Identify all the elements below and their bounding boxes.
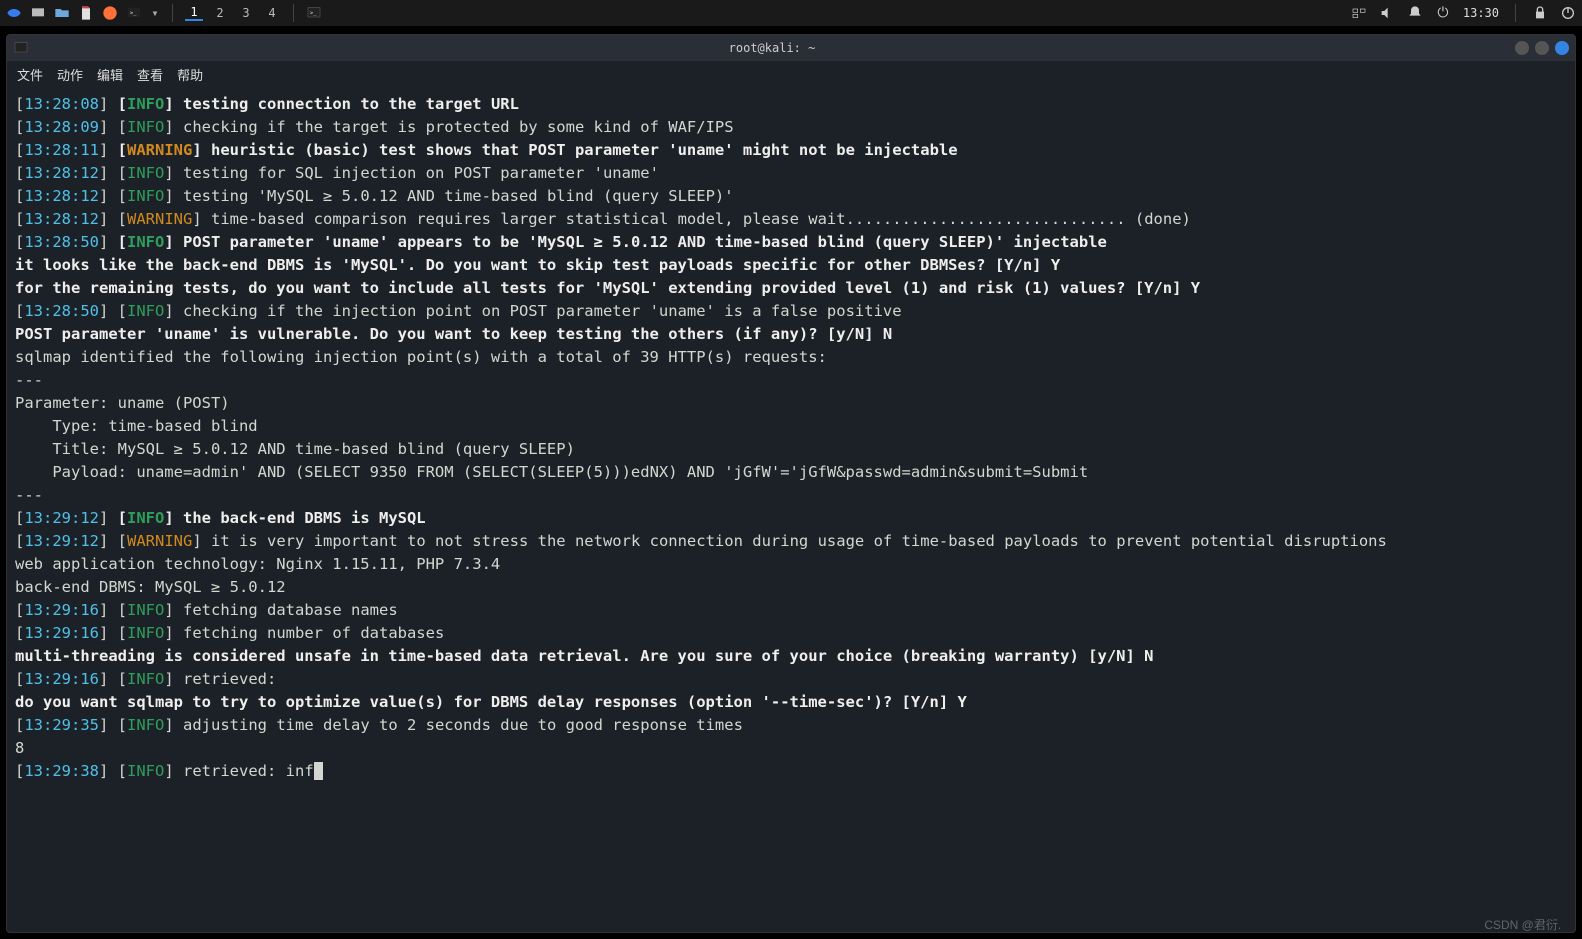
terminal-line: --- bbox=[15, 369, 1567, 392]
terminal-line: it looks like the back-end DBMS is 'MySQ… bbox=[15, 254, 1567, 277]
terminal-line: [13:28:50] [INFO] POST parameter 'uname'… bbox=[15, 231, 1567, 254]
terminal-line: [13:29:16] [INFO] fetching number of dat… bbox=[15, 622, 1567, 645]
terminal-dropdown-icon[interactable]: ▾ bbox=[150, 5, 160, 21]
terminal-line: back-end DBMS: MySQL ≥ 5.0.12 bbox=[15, 576, 1567, 599]
menu-edit[interactable]: 编辑 bbox=[97, 65, 123, 84]
terminal-line: [13:28:12] [INFO] testing 'MySQL ≥ 5.0.1… bbox=[15, 185, 1567, 208]
menu-file[interactable]: 文件 bbox=[17, 65, 43, 84]
show-desktop-icon[interactable] bbox=[30, 5, 46, 21]
power-icon[interactable] bbox=[1560, 5, 1576, 21]
terminal-line: [13:29:16] [INFO] retrieved: bbox=[15, 668, 1567, 691]
menubar: 文件 动作 编辑 查看 帮助 bbox=[7, 61, 1575, 87]
terminal-line: [13:29:16] [INFO] fetching database name… bbox=[15, 599, 1567, 622]
terminal-line: [13:28:09] [INFO] checking if the target… bbox=[15, 116, 1567, 139]
titlebar: root@kali: ~ bbox=[7, 35, 1575, 61]
terminal-line: do you want sqlmap to try to optimize va… bbox=[15, 691, 1567, 714]
terminal-line: [13:28:08] [INFO] testing connection to … bbox=[15, 93, 1567, 116]
workspace-1[interactable]: 1 bbox=[185, 5, 203, 21]
svg-text:>_: >_ bbox=[310, 10, 317, 16]
terminal-line: [13:28:12] [INFO] testing for SQL inject… bbox=[15, 162, 1567, 185]
workspace-3[interactable]: 3 bbox=[237, 6, 255, 20]
terminal-line: sqlmap identified the following injectio… bbox=[15, 346, 1567, 369]
terminal-line: Payload: uname=admin' AND (SELECT 9350 F… bbox=[15, 461, 1567, 484]
workspace-2[interactable]: 2 bbox=[211, 6, 229, 20]
terminal-output[interactable]: [13:28:08] [INFO] testing connection to … bbox=[7, 87, 1575, 932]
running-terminal-icon[interactable]: >_ bbox=[306, 5, 322, 21]
terminal-line: [13:29:12] [WARNING] it is very importan… bbox=[15, 530, 1567, 553]
terminal-launcher-icon[interactable]: >_ bbox=[126, 5, 142, 21]
kali-menu-icon[interactable] bbox=[6, 5, 22, 21]
terminal-line: for the remaining tests, do you want to … bbox=[15, 277, 1567, 300]
window-title: root@kali: ~ bbox=[729, 41, 816, 55]
notifications-icon[interactable] bbox=[1407, 5, 1423, 21]
terminal-line: [13:28:11] [WARNING] heuristic (basic) t… bbox=[15, 139, 1567, 162]
file-manager-icon[interactable] bbox=[54, 5, 70, 21]
window-menu-icon[interactable] bbox=[13, 40, 29, 56]
terminal-line: [13:29:35] [INFO] adjusting time delay t… bbox=[15, 714, 1567, 737]
firefox-icon[interactable] bbox=[102, 5, 118, 21]
text-editor-icon[interactable] bbox=[78, 5, 94, 21]
volume-icon[interactable] bbox=[1379, 5, 1395, 21]
terminal-line: multi-threading is considered unsafe in … bbox=[15, 645, 1567, 668]
cursor bbox=[314, 762, 323, 780]
terminal-line: [13:28:12] [WARNING] time-based comparis… bbox=[15, 208, 1567, 231]
terminal-line: [13:29:38] [INFO] retrieved: inf bbox=[15, 760, 1567, 783]
terminal-line: --- bbox=[15, 484, 1567, 507]
menu-view[interactable]: 查看 bbox=[137, 65, 163, 84]
clock[interactable]: 13:30 bbox=[1463, 6, 1499, 20]
minimize-button[interactable] bbox=[1515, 41, 1529, 55]
lock-icon[interactable] bbox=[1532, 5, 1548, 21]
taskbar: >_ ▾ 1 2 3 4 >_ ⏻ 13:30 bbox=[0, 0, 1582, 26]
watermark: CSDN @君衍.⠀ bbox=[1484, 916, 1570, 933]
terminal-window: root@kali: ~ 文件 动作 编辑 查看 帮助 [13:28:08] [… bbox=[6, 34, 1576, 933]
terminal-line: web application technology: Nginx 1.15.1… bbox=[15, 553, 1567, 576]
network-icon[interactable]: ⏻ bbox=[1435, 5, 1451, 21]
terminal-line: Parameter: uname (POST) bbox=[15, 392, 1567, 415]
terminal-line: [13:29:12] [INFO] the back-end DBMS is M… bbox=[15, 507, 1567, 530]
terminal-line: Type: time-based blind bbox=[15, 415, 1567, 438]
menu-help[interactable]: 帮助 bbox=[177, 65, 203, 84]
terminal-line: Title: MySQL ≥ 5.0.12 AND time-based bli… bbox=[15, 438, 1567, 461]
terminal-line: POST parameter 'uname' is vulnerable. Do… bbox=[15, 323, 1567, 346]
close-button[interactable] bbox=[1555, 41, 1569, 55]
workspace-4[interactable]: 4 bbox=[263, 6, 281, 20]
terminal-line: [13:28:50] [INFO] checking if the inject… bbox=[15, 300, 1567, 323]
menu-action[interactable]: 动作 bbox=[57, 65, 83, 84]
terminal-line: 8 bbox=[15, 737, 1567, 760]
svg-text:>_: >_ bbox=[130, 10, 137, 16]
maximize-button[interactable] bbox=[1535, 41, 1549, 55]
workspace-overview-icon[interactable] bbox=[1351, 5, 1367, 21]
